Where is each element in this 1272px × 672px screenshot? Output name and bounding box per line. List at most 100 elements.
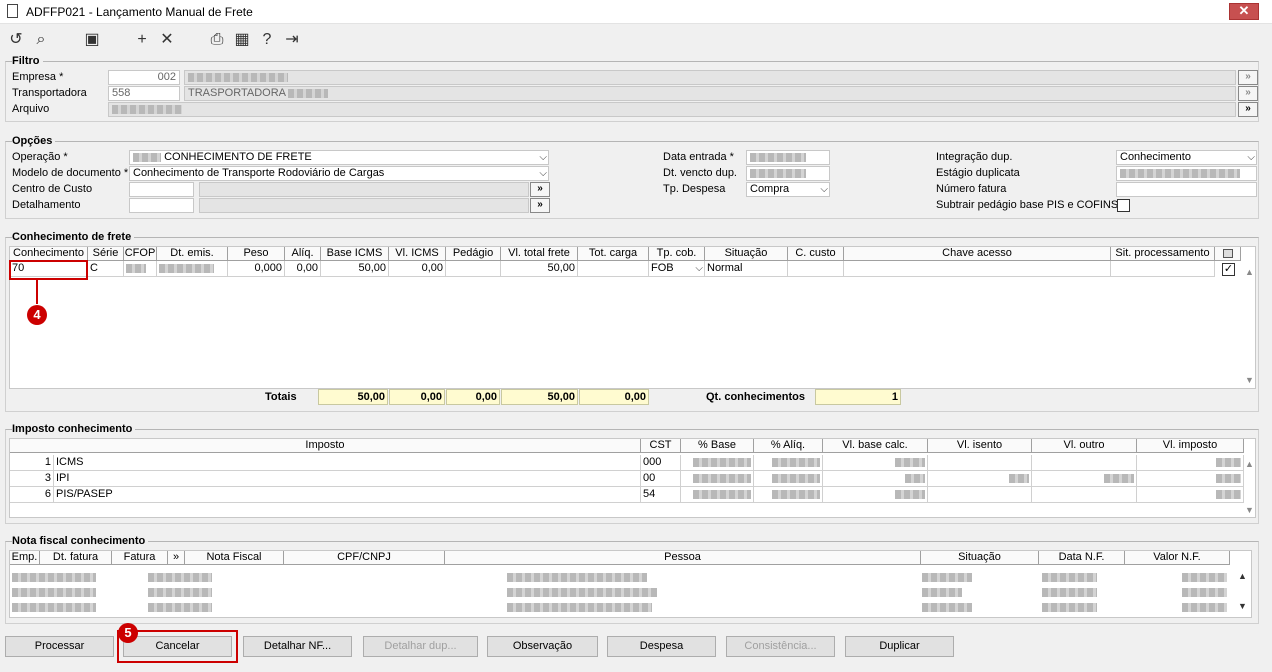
add-icon[interactable]: + bbox=[132, 31, 152, 49]
imposto-aliq-cell[interactable] bbox=[754, 487, 823, 503]
dt-vencto-input[interactable] bbox=[746, 166, 830, 181]
col-header[interactable]: Vl. base calc. bbox=[823, 439, 928, 453]
vl-total-frete-cell[interactable]: 50,00 bbox=[501, 261, 578, 277]
imposto-valor-cell[interactable] bbox=[1137, 455, 1244, 471]
imposto-isento-cell[interactable] bbox=[928, 487, 1032, 503]
numero-fatura-input[interactable] bbox=[1116, 182, 1257, 197]
empresa-lookup-button[interactable]: » bbox=[1238, 70, 1258, 85]
arquivo-field[interactable] bbox=[108, 102, 1236, 117]
duplicar-button[interactable]: Duplicar bbox=[845, 636, 954, 657]
imposto-base-calc-cell[interactable] bbox=[823, 487, 928, 503]
despesa-button[interactable]: Despesa bbox=[607, 636, 716, 657]
observacao-button[interactable]: Observação bbox=[487, 636, 598, 657]
col-header[interactable]: Nota Fiscal bbox=[185, 551, 284, 565]
col-header[interactable]: Peso bbox=[228, 247, 285, 261]
detalhamento-lookup-button[interactable]: » bbox=[530, 198, 550, 213]
col-header[interactable]: Tot. carga bbox=[578, 247, 649, 261]
vl-icms-cell[interactable]: 0,00 bbox=[389, 261, 446, 277]
col-header[interactable]: Data N.F. bbox=[1039, 551, 1125, 565]
col-header[interactable]: C. custo bbox=[788, 247, 844, 261]
col-header[interactable]: Dt. emis. bbox=[157, 247, 228, 261]
search-icon[interactable]: ⌕ bbox=[31, 31, 51, 49]
imposto-base-calc-cell[interactable] bbox=[823, 455, 928, 471]
col-header[interactable]: % Base bbox=[681, 439, 754, 453]
modelo-select[interactable]: Conhecimento de Transporte Rodoviário de… bbox=[129, 166, 549, 181]
data-entrada-input[interactable] bbox=[746, 150, 830, 165]
cfop-cell[interactable] bbox=[124, 261, 157, 277]
tp-despesa-select[interactable]: Compra ⌵ bbox=[746, 182, 830, 197]
operacao-select[interactable]: CONHECIMENTO DE FRETE ⌵ bbox=[129, 150, 549, 165]
transportadora-code-input[interactable]: 558 bbox=[108, 86, 180, 101]
col-header[interactable]: Situação bbox=[705, 247, 788, 261]
col-header[interactable]: % Alíq. bbox=[754, 439, 823, 453]
detalhar-nf-button[interactable]: Detalhar NF... bbox=[243, 636, 352, 657]
delete-icon[interactable]: ✕ bbox=[157, 31, 177, 49]
situacao-cell[interactable]: Normal bbox=[705, 261, 788, 277]
col-header[interactable]: Pessoa bbox=[445, 551, 921, 565]
col-header[interactable]: Emp. bbox=[10, 551, 40, 565]
col-header[interactable]: Vl. isento bbox=[928, 439, 1032, 453]
col-header[interactable]: Chave acesso bbox=[844, 247, 1111, 261]
scroll-up-icon[interactable]: ▲ bbox=[1238, 571, 1247, 581]
col-header[interactable]: Valor N.F. bbox=[1125, 551, 1230, 565]
scroll-down-icon[interactable]: ▼ bbox=[1245, 375, 1254, 385]
nota-rows-blurred[interactable] bbox=[12, 569, 1230, 615]
undo-icon[interactable]: ↺ bbox=[6, 31, 26, 49]
imposto-outro-cell[interactable] bbox=[1032, 471, 1137, 487]
empresa-code-input[interactable]: 002 bbox=[108, 70, 180, 85]
c-custo-cell[interactable] bbox=[788, 261, 844, 277]
subtrair-pedagio-checkbox[interactable] bbox=[1117, 199, 1130, 212]
scroll-down-icon[interactable]: ▼ bbox=[1245, 505, 1254, 515]
col-header[interactable]: Série bbox=[88, 247, 124, 261]
col-header[interactable]: CPF/CNPJ bbox=[284, 551, 445, 565]
imposto-num-cell[interactable]: 6 bbox=[10, 487, 54, 503]
integracao-select[interactable]: Conhecimento ⌵ bbox=[1116, 150, 1257, 165]
centro-custo-lookup-button[interactable]: » bbox=[530, 182, 550, 197]
imposto-aliq-cell[interactable] bbox=[754, 471, 823, 487]
imposto-outro-cell[interactable] bbox=[1032, 487, 1137, 503]
serie-cell[interactable]: C bbox=[88, 261, 124, 277]
col-header[interactable]: CFOP bbox=[124, 247, 157, 261]
pedagio-cell[interactable] bbox=[446, 261, 501, 277]
imposto-base-cell[interactable] bbox=[681, 471, 754, 487]
imposto-outro-cell[interactable] bbox=[1032, 455, 1137, 471]
col-header[interactable]: Pedágio bbox=[446, 247, 501, 261]
calendar-icon[interactable]: ▦ bbox=[232, 31, 252, 49]
imposto-valor-cell[interactable] bbox=[1137, 487, 1244, 503]
imposto-isento-cell[interactable] bbox=[928, 455, 1032, 471]
transportadora-lookup-button[interactable]: » bbox=[1238, 86, 1258, 101]
chave-acesso-cell[interactable] bbox=[844, 261, 1111, 277]
base-icms-cell[interactable]: 50,00 bbox=[321, 261, 389, 277]
detalhamento-input[interactable] bbox=[129, 198, 194, 213]
exit-icon[interactable]: ⇥ bbox=[282, 31, 302, 49]
detalhar-dup-button[interactable]: Detalhar dup... bbox=[363, 636, 478, 657]
dt-emis-cell[interactable] bbox=[157, 261, 228, 277]
col-header[interactable]: Situação bbox=[921, 551, 1039, 565]
col-header[interactable]: CST bbox=[641, 439, 681, 453]
consistencia-button[interactable]: Consistência... bbox=[726, 636, 835, 657]
col-header[interactable]: Fatura bbox=[112, 551, 168, 565]
arquivo-browse-button[interactable]: » bbox=[1238, 102, 1258, 117]
imposto-name-cell[interactable]: ICMS bbox=[54, 455, 641, 471]
col-header[interactable]: Sit. processamento bbox=[1111, 247, 1215, 261]
imposto-num-cell[interactable]: 1 bbox=[10, 455, 54, 471]
centro-custo-input[interactable] bbox=[129, 182, 194, 197]
estagio-field[interactable] bbox=[1116, 166, 1257, 181]
imposto-cst-cell[interactable]: 54 bbox=[641, 487, 681, 503]
col-header[interactable]: Tp. cob. bbox=[649, 247, 705, 261]
col-header[interactable]: Imposto bbox=[10, 439, 641, 453]
tp-cob-select[interactable]: FOB ⌵ bbox=[649, 261, 705, 277]
col-header[interactable]: Alíq. bbox=[285, 247, 321, 261]
imposto-base-cell[interactable] bbox=[681, 487, 754, 503]
col-header[interactable]: Vl. outro bbox=[1032, 439, 1137, 453]
help-icon[interactable]: ? bbox=[257, 31, 277, 49]
select-all-header[interactable] bbox=[1215, 247, 1241, 261]
print-icon[interactable]: ⎙ bbox=[207, 31, 227, 49]
col-header[interactable]: Vl. total frete bbox=[501, 247, 578, 261]
expand-icon[interactable]: » bbox=[168, 551, 185, 565]
col-header[interactable]: Dt. fatura bbox=[40, 551, 112, 565]
save-icon[interactable]: ▣ bbox=[82, 31, 102, 49]
scroll-up-icon[interactable]: ▲ bbox=[1245, 459, 1254, 469]
imposto-num-cell[interactable]: 3 bbox=[10, 471, 54, 487]
imposto-name-cell[interactable]: PIS/PASEP bbox=[54, 487, 641, 503]
